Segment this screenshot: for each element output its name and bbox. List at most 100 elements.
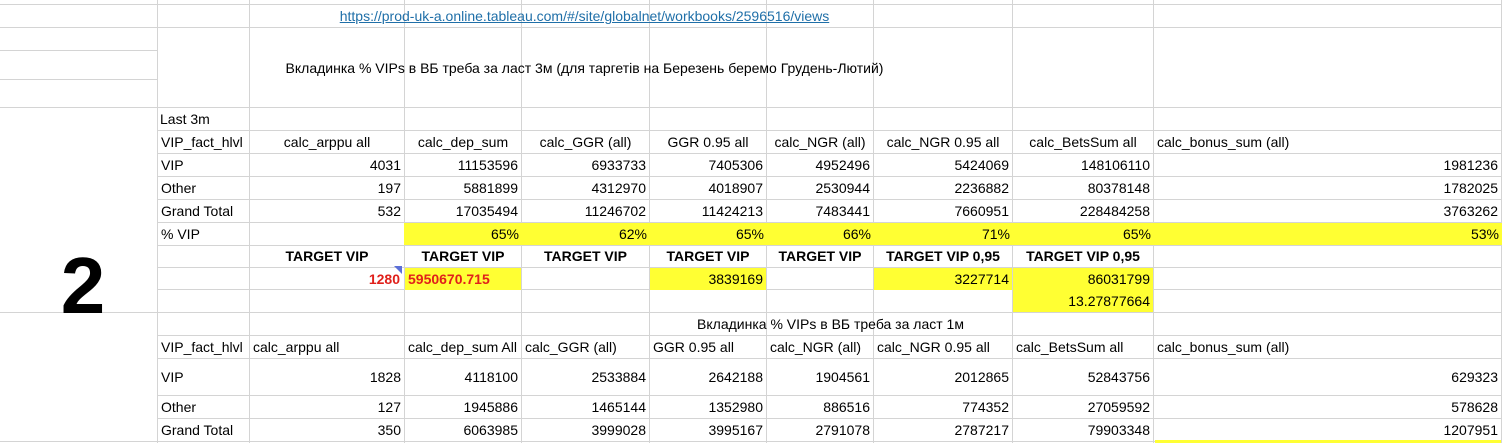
- table2-header-cell[interactable]: calc_NGR 0.95 all: [874, 336, 1012, 358]
- table2-row-label[interactable]: VIP: [158, 366, 249, 388]
- table2-header-cell[interactable]: calc_NGR (all): [767, 336, 873, 358]
- target-value[interactable]: [522, 268, 649, 290]
- table1-header-cell[interactable]: calc_arppu all: [250, 131, 404, 153]
- table1-cell[interactable]: 4312970: [522, 177, 649, 199]
- target-value[interactable]: 86031799: [1013, 268, 1153, 290]
- table1-header-cell[interactable]: VIP_fact_hlvl: [158, 131, 249, 153]
- table1-cell[interactable]: 6933733: [522, 154, 649, 176]
- table1-cell[interactable]: 3763262: [1154, 200, 1501, 222]
- table1-cell[interactable]: 11424213: [650, 200, 766, 222]
- table1-cell[interactable]: 5881899: [405, 177, 521, 199]
- table2-cell[interactable]: 629323: [1154, 366, 1501, 388]
- table2-cell[interactable]: 6063985: [405, 419, 521, 441]
- table1-cell[interactable]: 2530944: [767, 177, 873, 199]
- tableau-link[interactable]: https://prod-uk-a.online.tableau.com/#/s…: [340, 8, 830, 24]
- tableau-link-cell[interactable]: https://prod-uk-a.online.tableau.com/#/s…: [157, 5, 1012, 27]
- table2-cell[interactable]: 1904561: [767, 366, 873, 388]
- table1-header-cell[interactable]: calc_NGR (all): [767, 131, 873, 153]
- table2-header-cell[interactable]: VIP_fact_hlvl: [158, 336, 249, 358]
- target-value[interactable]: [767, 268, 873, 290]
- table2-cell[interactable]: 79903348: [1013, 419, 1153, 441]
- table1-header-cell[interactable]: calc_NGR 0.95 all: [874, 131, 1012, 153]
- table2-cell[interactable]: 4118100: [405, 366, 521, 388]
- table1-header-cell[interactable]: calc_dep_sum: [405, 131, 521, 153]
- table2-cell[interactable]: 774352: [874, 396, 1012, 418]
- table2-cell[interactable]: 1945886: [405, 396, 521, 418]
- table1-cell[interactable]: 4018907: [650, 177, 766, 199]
- table1-header-cell[interactable]: calc_BetsSum all: [1013, 131, 1153, 153]
- table2-cell[interactable]: 2642188: [650, 366, 766, 388]
- table1-row-label[interactable]: VIP: [158, 154, 249, 176]
- target-value[interactable]: 3227714: [874, 268, 1012, 290]
- table2-cell[interactable]: 1207951: [1154, 419, 1501, 441]
- table1-cell[interactable]: 1981236: [1154, 154, 1501, 176]
- pct-cell[interactable]: 65%: [1012, 223, 1154, 245]
- pct-cell[interactable]: [250, 223, 404, 245]
- table2-row-label[interactable]: Grand Total: [158, 419, 249, 441]
- table2-cell[interactable]: 1465144: [522, 396, 649, 418]
- table2-cell[interactable]: 127: [250, 396, 404, 418]
- table1-cell[interactable]: 17035494: [405, 200, 521, 222]
- grid-line: [0, 50, 157, 51]
- target-label[interactable]: TARGET VIP: [405, 245, 521, 267]
- table1-header-cell[interactable]: calc_bonus_sum (all): [1154, 131, 1501, 153]
- table2-header-cell[interactable]: calc_bonus_sum (all): [1154, 336, 1501, 358]
- pct-cell[interactable]: 66%: [766, 223, 874, 245]
- table1-row-label[interactable]: Other: [158, 177, 249, 199]
- target-label[interactable]: TARGET VIP: [522, 245, 649, 267]
- table1-cell[interactable]: 197: [250, 177, 404, 199]
- table2-cell[interactable]: 3999028: [522, 419, 649, 441]
- table2-cell[interactable]: 2533884: [522, 366, 649, 388]
- table1-cell[interactable]: 4952496: [767, 154, 873, 176]
- table2-header-cell[interactable]: calc_arppu all: [250, 336, 404, 358]
- table2-cell[interactable]: 2012865: [874, 366, 1012, 388]
- pct-cell[interactable]: 53%: [1153, 223, 1502, 245]
- table1-cell[interactable]: 80378148: [1013, 177, 1153, 199]
- table1-cell[interactable]: 532: [250, 200, 404, 222]
- table1-cell[interactable]: 228484258: [1013, 200, 1153, 222]
- table1-cell[interactable]: 1782025: [1154, 177, 1501, 199]
- table1-cell[interactable]: 11153596: [405, 154, 521, 176]
- table1-cell[interactable]: 4031: [250, 154, 404, 176]
- table2-cell[interactable]: 52843756: [1013, 366, 1153, 388]
- target-label[interactable]: TARGET VIP: [250, 245, 404, 267]
- table2-header-cell[interactable]: calc_BetsSum all: [1013, 336, 1153, 358]
- table2-cell[interactable]: 1352980: [650, 396, 766, 418]
- extra-value-cell[interactable]: 13.27877664: [1013, 290, 1153, 312]
- table2-header-cell[interactable]: calc_GGR (all): [522, 336, 649, 358]
- target-label[interactable]: TARGET VIP 0,95: [874, 245, 1012, 267]
- table1-cell[interactable]: 7405306: [650, 154, 766, 176]
- target-label[interactable]: TARGET VIP: [650, 245, 766, 267]
- table2-header-cell[interactable]: GGR 0.95 all: [650, 336, 766, 358]
- table2-cell[interactable]: 3995167: [650, 419, 766, 441]
- big-number: 2: [60, 241, 106, 330]
- pct-cell[interactable]: 65%: [404, 223, 522, 245]
- pct-cell[interactable]: 71%: [873, 223, 1013, 245]
- table1-cell[interactable]: 7483441: [767, 200, 873, 222]
- table2-cell[interactable]: 1828: [250, 366, 404, 388]
- table1-cell[interactable]: 148106110: [1013, 154, 1153, 176]
- table1-cell[interactable]: 2236882: [874, 177, 1012, 199]
- table1-cell[interactable]: 5424069: [874, 154, 1012, 176]
- table2-cell[interactable]: 2791078: [767, 419, 873, 441]
- target-value[interactable]: 5950670.715: [405, 268, 521, 290]
- target-value[interactable]: 1280: [250, 268, 404, 290]
- table1-header-cell[interactable]: GGR 0.95 all: [650, 131, 766, 153]
- table2-cell[interactable]: 2787217: [874, 419, 1012, 441]
- table2-row-label[interactable]: Other: [158, 396, 249, 418]
- target-label[interactable]: TARGET VIP: [767, 245, 873, 267]
- pct-row-label[interactable]: % VIP: [158, 223, 249, 245]
- table2-header-cell[interactable]: calc_dep_sum All: [405, 336, 521, 358]
- table1-cell[interactable]: 11246702: [522, 200, 649, 222]
- table2-cell[interactable]: 578628: [1154, 396, 1501, 418]
- pct-cell[interactable]: 62%: [521, 223, 650, 245]
- table2-cell[interactable]: 27059592: [1013, 396, 1153, 418]
- table1-row-label[interactable]: Grand Total: [158, 200, 249, 222]
- table1-cell[interactable]: 7660951: [874, 200, 1012, 222]
- table1-header-cell[interactable]: calc_GGR (all): [522, 131, 649, 153]
- target-value[interactable]: 3839169: [650, 268, 766, 290]
- table2-cell[interactable]: 886516: [767, 396, 873, 418]
- table2-cell[interactable]: 350: [250, 419, 404, 441]
- pct-cell[interactable]: 65%: [649, 223, 767, 245]
- target-label[interactable]: TARGET VIP 0,95: [1013, 245, 1153, 267]
